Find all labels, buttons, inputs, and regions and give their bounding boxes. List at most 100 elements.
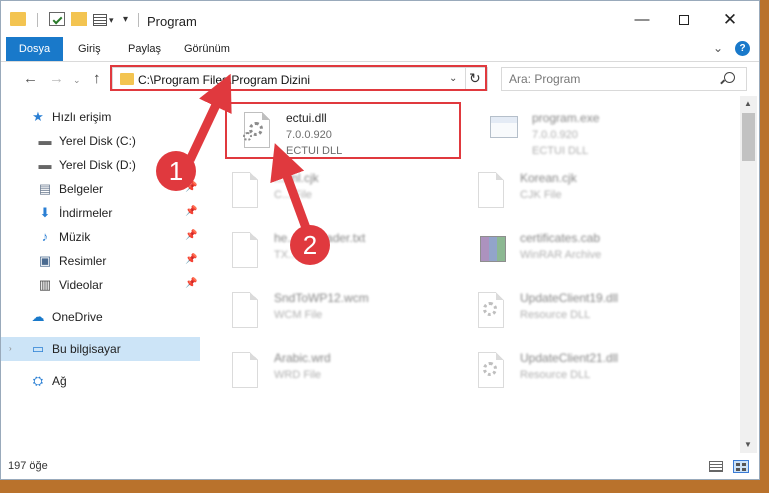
new-folder-icon[interactable] <box>71 12 87 26</box>
minimize-icon: — <box>634 11 650 28</box>
vertical-scrollbar[interactable]: ▲ ▼ <box>740 96 757 453</box>
file-item[interactable]: he... ...Reader.txt TX... <box>214 220 454 278</box>
videos-icon: ▥ <box>38 277 52 292</box>
file-name: program.exe <box>532 111 600 125</box>
close-button[interactable]: ✕ <box>715 9 745 31</box>
sidebar-item-label: OneDrive <box>52 310 103 324</box>
file-type: Resource DLL <box>520 369 591 381</box>
file-name: SndToWP12.wcm <box>274 291 369 305</box>
window-title: Program <box>147 14 197 29</box>
file-item[interactable]: UpdateClient19.dll Resource DLL <box>460 280 700 338</box>
customize-toolbar-icon[interactable]: ▾ <box>123 14 128 25</box>
sidebar-item-this-pc[interactable]: › ▭ Bu bilgisayar <box>1 337 200 361</box>
divider <box>138 13 139 27</box>
minimize-button[interactable]: — <box>627 9 657 31</box>
exe-icon <box>486 110 520 152</box>
file-type: CJK File <box>520 189 562 201</box>
divider <box>1 61 759 62</box>
file-type: C... File <box>274 189 312 201</box>
star-icon: ★ <box>32 109 44 124</box>
file-type: WinRAR Archive <box>520 249 602 261</box>
expand-icon[interactable]: › <box>9 344 12 353</box>
details-view-icon[interactable] <box>709 461 723 472</box>
maximize-button[interactable] <box>669 9 699 31</box>
divider <box>37 13 38 27</box>
sidebar-item-pictures[interactable]: ▣ Resimler 📌 <box>1 249 200 273</box>
scroll-down-icon[interactable]: ▼ <box>744 440 752 449</box>
file-name: Arabic.wrd <box>274 351 331 365</box>
pin-icon[interactable]: 📌 <box>185 278 197 289</box>
network-icon: ⛭ <box>32 373 44 388</box>
sidebar-item-label: Resimler <box>59 254 107 268</box>
sidebar-item-label: Belgeler <box>59 182 104 196</box>
file-description: ECTUI DLL <box>532 145 589 157</box>
sidebar-item-onedrive[interactable]: ☁ OneDrive <box>1 305 200 329</box>
maximize-icon <box>679 15 689 26</box>
file-type: WRD File <box>274 369 322 381</box>
sidebar-item-label: İndirmeler <box>59 206 113 220</box>
file-item[interactable]: UpdateClient21.dll Resource DLL <box>460 340 700 398</box>
file-item[interactable]: program.exe 7.0.0.920 ECTUI DLL <box>472 100 712 158</box>
file-highlight-box <box>225 102 461 159</box>
file-item[interactable]: certificates.cab WinRAR Archive <box>460 220 700 278</box>
computer-icon: ▭ <box>31 341 45 356</box>
file-icon <box>228 290 262 332</box>
pin-icon[interactable]: 📌 <box>185 254 197 265</box>
title-bar: ▾ ▾ Program — ✕ <box>1 1 759 37</box>
callout-badge-2: 2 <box>290 225 330 265</box>
up-button[interactable]: ↑ <box>93 70 101 87</box>
sidebar-item-label: Bu bilgisayar <box>52 342 121 356</box>
cloud-icon: ☁ <box>31 309 45 324</box>
file-icon <box>228 230 262 272</box>
view-icon[interactable] <box>93 14 107 26</box>
scrollbar-thumb[interactable] <box>742 113 755 161</box>
file-item[interactable]: Korean.cjk CJK File <box>460 160 700 218</box>
file-icon <box>474 170 508 212</box>
scroll-up-icon[interactable]: ▲ <box>744 99 752 108</box>
sidebar-item-quick-access[interactable]: ★ Hızlı erişim <box>1 105 200 129</box>
large-icons-view-icon[interactable] <box>733 460 749 473</box>
pin-icon[interactable]: 📌 <box>185 230 197 241</box>
item-count: 197 öğe <box>8 460 48 472</box>
forward-button[interactable]: → <box>49 70 64 87</box>
file-name: UpdateClient21.dll <box>520 351 619 365</box>
file-item[interactable]: ...rml.cjk C... File <box>214 160 454 218</box>
search-input[interactable] <box>502 68 720 90</box>
sidebar-item-label: Hızlı erişim <box>52 110 112 124</box>
sidebar-item-network[interactable]: ⛭ Ağ <box>1 369 200 393</box>
folder-icon <box>10 12 26 26</box>
music-icon: ♪ <box>41 229 49 244</box>
pin-icon[interactable]: 📌 <box>185 206 197 217</box>
callout-badge-1: 1 <box>156 151 196 191</box>
sidebar-item-label: Müzik <box>59 230 91 244</box>
tab-file[interactable]: Dosya <box>6 37 63 61</box>
back-button[interactable]: ← <box>23 70 38 87</box>
file-icon <box>228 350 262 392</box>
sidebar-item-label: Yerel Disk (D:) <box>59 158 136 172</box>
tab-share[interactable]: Paylaş <box>128 37 161 61</box>
ribbon-tabs: Dosya Giriş Paylaş Görünüm ⌄ ? <box>1 37 759 61</box>
sidebar-item-music[interactable]: ♪ Müzik 📌 <box>1 225 200 249</box>
sidebar-item-label: Yerel Disk (C:) <box>59 134 136 148</box>
properties-icon[interactable] <box>49 12 65 26</box>
file-name: UpdateClient19.dll <box>520 291 619 305</box>
search-icon[interactable] <box>724 72 735 83</box>
search-box[interactable] <box>501 67 747 91</box>
expand-ribbon-icon[interactable]: ⌄ <box>713 41 723 55</box>
quick-access-dropdown-icon[interactable]: ▾ <box>109 15 114 26</box>
file-version: 7.0.0.920 <box>532 129 578 141</box>
drive-icon: ▬ <box>38 133 52 148</box>
file-item[interactable]: Arabic.wrd WRD File <box>214 340 454 398</box>
file-name: Korean.cjk <box>520 171 577 185</box>
recent-locations-dropdown[interactable]: ⌄ <box>73 75 81 86</box>
sidebar-item-videos[interactable]: ▥ Videolar 📌 <box>1 273 200 297</box>
file-item[interactable]: SndToWP12.wcm WCM File <box>214 280 454 338</box>
status-bar: 197 öğe <box>1 453 759 479</box>
sidebar-item-local-disk-c[interactable]: ▬ Yerel Disk (C:) <box>1 129 200 153</box>
help-icon[interactable]: ? <box>735 41 750 56</box>
file-type: Resource DLL <box>520 309 591 321</box>
tab-home[interactable]: Giriş <box>78 37 101 61</box>
sidebar-item-downloads[interactable]: ⬇ İndirmeler 📌 <box>1 201 200 225</box>
tab-view[interactable]: Görünüm <box>184 37 230 61</box>
file-icon <box>228 170 262 212</box>
